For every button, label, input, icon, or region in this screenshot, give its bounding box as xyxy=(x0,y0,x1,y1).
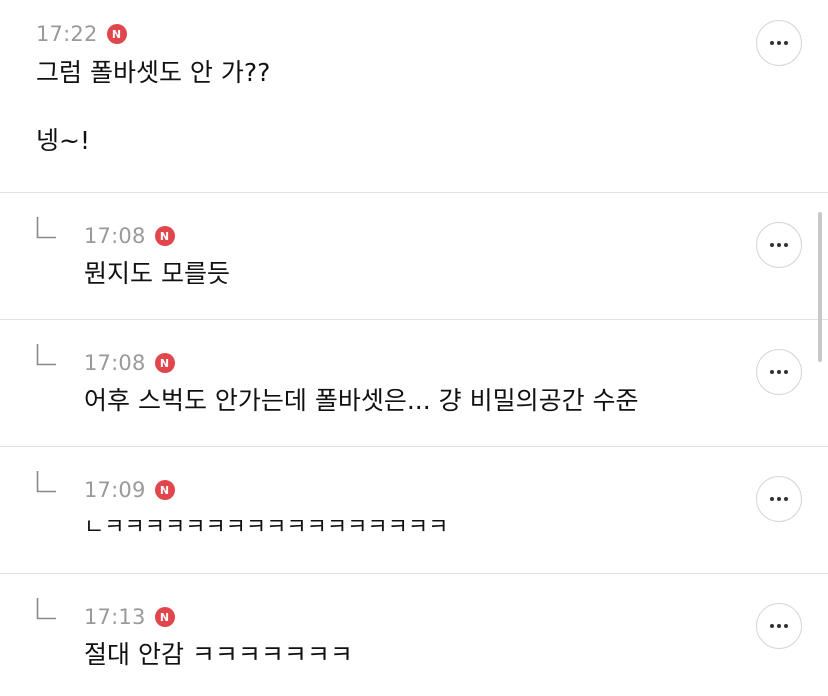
comment-time: 17:13 xyxy=(84,605,146,629)
reply-arrow-icon xyxy=(36,344,56,366)
comment-text: 뭔지도 모를듯 xyxy=(84,259,230,288)
reply-item: 17:13 N 절대 안감 ㅋㅋㅋㅋㅋㅋㅋ xyxy=(0,574,828,696)
comment-text: 절대 안감 ㅋㅋㅋㅋㅋㅋㅋ xyxy=(84,640,353,669)
comment-meta: 17:13 N xyxy=(84,605,175,629)
comment-text: ㄴㅋㅋㅋㅋㅋㅋㅋㅋㅋㅋㅋㅋㅋㅋㅋㅋㅋ xyxy=(84,515,449,540)
more-options-button[interactable] xyxy=(756,222,802,268)
comment-time: 17:22 xyxy=(36,22,98,46)
comment-text: 그럼 폴바셋도 안 가?? 넹~! xyxy=(36,58,271,155)
more-horizontal-icon xyxy=(770,624,774,628)
comment-meta: 17:08 N xyxy=(84,224,175,248)
more-options-button[interactable] xyxy=(756,349,802,395)
reply-arrow-icon xyxy=(36,217,56,239)
comment-meta: 17:09 N xyxy=(84,478,175,502)
reply-arrow-icon xyxy=(36,598,56,620)
reply-arrow-icon xyxy=(36,471,56,493)
comment-meta: 17:22 N xyxy=(36,22,127,46)
comment-time: 17:08 xyxy=(84,224,146,248)
more-options-button[interactable] xyxy=(756,603,802,649)
new-badge: N xyxy=(154,607,175,627)
comment-item: 17:22 N 그럼 폴바셋도 안 가?? 넹~! xyxy=(0,0,828,192)
new-badge: N xyxy=(154,226,175,246)
reply-item: 17:08 N 뭔지도 모를듯 xyxy=(0,193,828,319)
scrollbar[interactable] xyxy=(818,212,822,362)
new-badge: N xyxy=(154,353,175,373)
reply-item: 17:08 N 어후 스벅도 안가는데 폴바셋은... 걍 비밀의공간 수준 xyxy=(0,320,828,446)
new-badge: N xyxy=(154,480,175,500)
more-horizontal-icon xyxy=(770,41,774,45)
more-horizontal-icon xyxy=(770,370,774,374)
new-badge: N xyxy=(106,24,127,44)
more-horizontal-icon xyxy=(770,497,774,501)
more-options-button[interactable] xyxy=(756,476,802,522)
comment-time: 17:09 xyxy=(84,478,146,502)
comment-meta: 17:08 N xyxy=(84,351,175,375)
more-horizontal-icon xyxy=(770,243,774,247)
comment-text: 어후 스벅도 안가는데 폴바셋은... 걍 비밀의공간 수준 xyxy=(84,386,639,415)
comment-time: 17:08 xyxy=(84,351,146,375)
more-options-button[interactable] xyxy=(756,20,802,66)
reply-item: 17:09 N ㄴㅋㅋㅋㅋㅋㅋㅋㅋㅋㅋㅋㅋㅋㅋㅋㅋㅋ xyxy=(0,447,828,573)
